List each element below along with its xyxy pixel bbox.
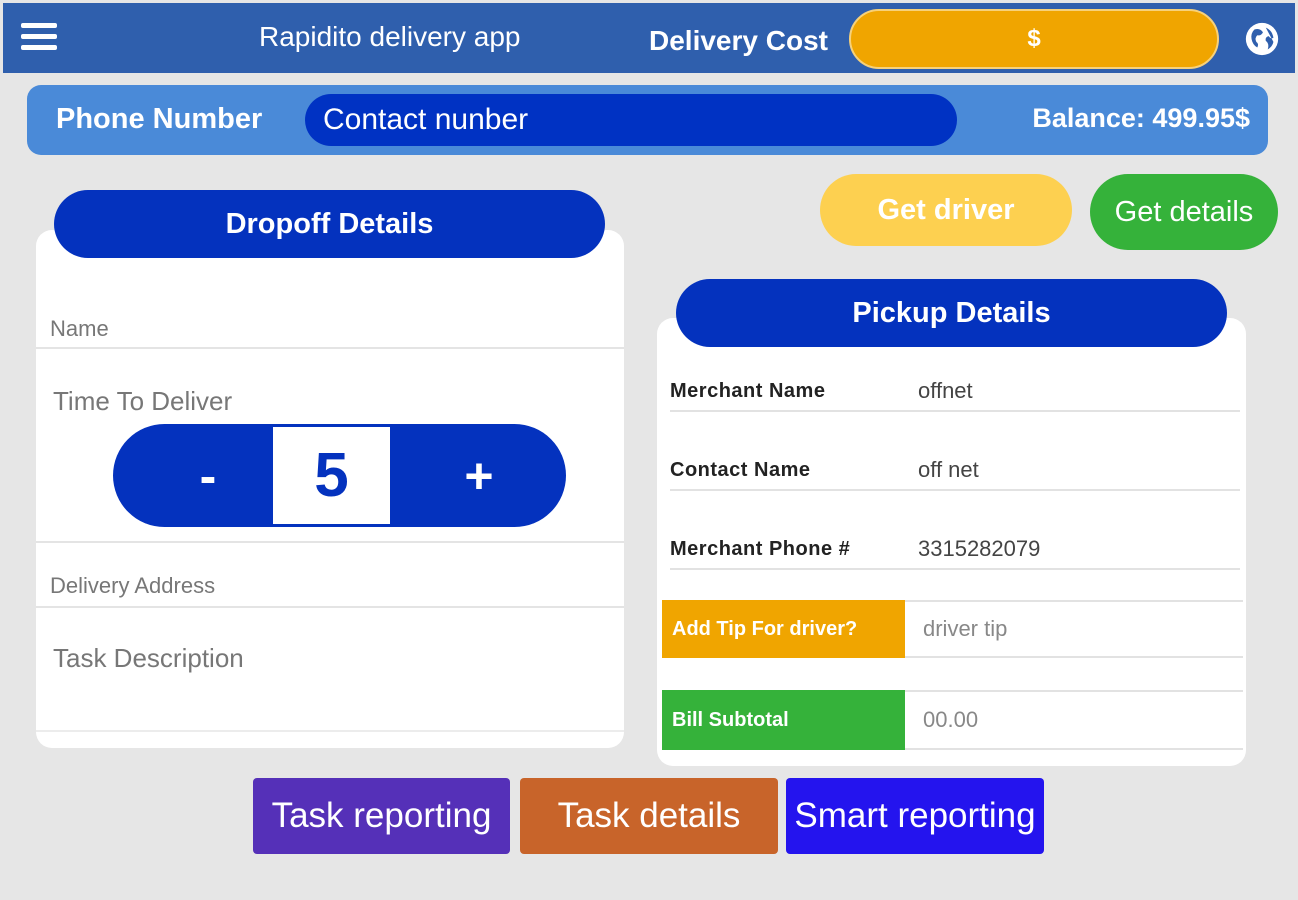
smart-reporting-button[interactable]: Smart reporting <box>786 778 1044 854</box>
task-details-button[interactable]: Task details <box>520 778 778 854</box>
app-page: Rapidito delivery app Delivery Cost $ Ph… <box>0 0 1298 900</box>
divider <box>36 347 624 349</box>
delivery-cost-field[interactable]: $ <box>849 9 1219 69</box>
divider <box>670 410 1240 412</box>
bill-subtotal-input[interactable]: 00.00 <box>905 690 1243 750</box>
delivery-cost-label: Delivery Cost <box>649 25 828 56</box>
merchant-phone-label: Merchant Phone # <box>670 538 851 560</box>
balance-text: Balance: 499.95$ <box>1032 103 1250 133</box>
increment-button[interactable]: + <box>404 424 554 527</box>
merchant-phone-input[interactable]: 3315282079 <box>918 536 1040 562</box>
task-description-textarea[interactable]: Task Description <box>53 643 244 674</box>
time-stepper: - 5 + <box>113 424 566 527</box>
divider <box>36 606 624 608</box>
divider <box>36 730 624 732</box>
pickup-details-header: Pickup Details <box>676 279 1227 347</box>
phone-number-label: Phone Number <box>56 103 263 135</box>
time-to-deliver-label: Time To Deliver <box>53 386 233 416</box>
task-reporting-button[interactable]: Task reporting <box>253 778 510 854</box>
divider <box>670 568 1240 570</box>
merchant-name-input[interactable]: offnet <box>918 378 973 404</box>
divider <box>670 489 1240 491</box>
hamburger-menu-icon[interactable] <box>21 23 57 53</box>
merchant-name-label: Merchant Name <box>670 380 826 402</box>
dropoff-details-header: Dropoff Details <box>54 190 605 258</box>
add-tip-label: Add Tip For driver? <box>662 600 905 658</box>
decrement-button[interactable]: - <box>133 424 283 527</box>
contact-name-input[interactable]: off net <box>918 457 979 483</box>
get-driver-button[interactable]: Get driver <box>820 174 1072 246</box>
app-title: Rapidito delivery app <box>259 21 521 52</box>
divider <box>36 541 624 543</box>
driver-tip-input[interactable]: driver tip <box>905 600 1243 658</box>
delivery-address-input[interactable]: Delivery Address <box>50 573 215 599</box>
name-input[interactable]: Name <box>50 316 109 342</box>
globe-icon[interactable] <box>1243 20 1281 58</box>
bill-subtotal-label: Bill Subtotal <box>662 690 905 750</box>
get-details-button[interactable]: Get details <box>1090 174 1278 250</box>
contact-name-label: Contact Name <box>670 459 811 481</box>
contact-number-input[interactable]: Contact nunber <box>305 94 957 146</box>
top-bar: Rapidito delivery app Delivery Cost $ <box>3 3 1295 73</box>
time-value[interactable]: 5 <box>273 427 390 524</box>
phone-bar: Phone Number Contact nunber Balance: 499… <box>27 85 1268 155</box>
